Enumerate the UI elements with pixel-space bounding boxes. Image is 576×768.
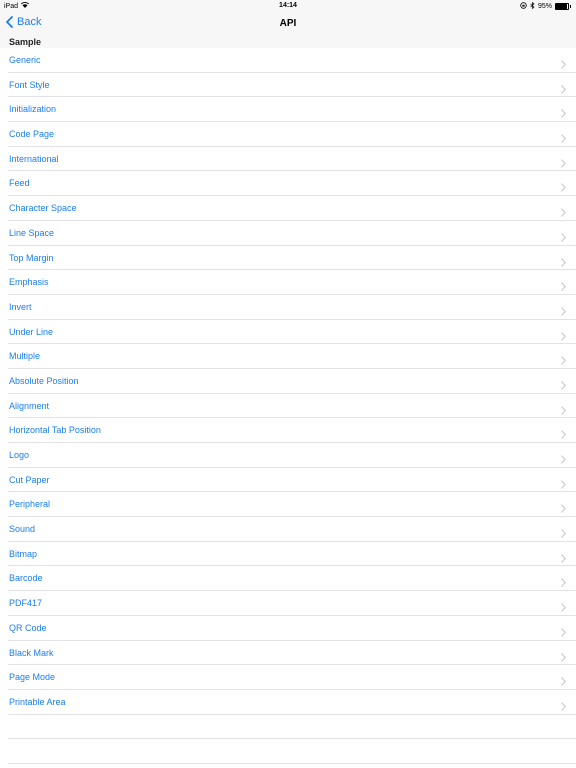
list-item[interactable]: Bitmap <box>8 542 576 567</box>
chevron-right-icon <box>561 278 566 296</box>
navigation-bar: Back API <box>0 12 576 38</box>
list-item[interactable]: Absolute Position <box>8 369 576 394</box>
list-item-label: Sound <box>9 524 36 535</box>
list-item-label: Generic <box>9 55 41 65</box>
battery-tip <box>570 5 571 8</box>
list-item-label: Black Mark <box>9 647 54 658</box>
chevron-right-icon <box>561 525 566 543</box>
list-item[interactable]: International <box>8 147 576 172</box>
battery-level <box>556 4 568 9</box>
list-item[interactable]: Generic <box>8 48 576 73</box>
chevron-right-icon <box>561 698 566 716</box>
list-item-label: Under Line <box>9 326 54 337</box>
chevron-right-icon <box>561 500 566 518</box>
chevron-right-icon <box>561 155 566 173</box>
battery-icon <box>555 3 569 10</box>
chevron-right-icon <box>561 599 566 617</box>
chevron-right-icon <box>561 204 566 222</box>
empty-row <box>8 715 576 740</box>
chevron-right-icon <box>561 426 566 444</box>
list-item-label: International <box>9 153 59 164</box>
chevron-right-icon <box>561 254 566 272</box>
list-item-label: Emphasis <box>9 277 49 288</box>
list-item[interactable]: Peripheral <box>8 492 576 518</box>
chevron-right-icon <box>561 550 566 568</box>
chevron-right-icon <box>561 179 566 197</box>
list-item[interactable]: Sound <box>8 517 576 542</box>
list-item-label: Multiple <box>9 351 41 362</box>
chevron-right-icon <box>561 574 566 592</box>
list-item-label: Character Space <box>9 203 77 214</box>
list-item-label: Horizontal Tab Position <box>9 425 101 436</box>
chevron-right-icon <box>561 56 566 74</box>
list-item-label: Alignment <box>9 400 50 411</box>
rotation-lock-icon <box>520 2 527 11</box>
list-item-label: Peripheral <box>9 499 51 510</box>
list-item-label: Absolute Position <box>9 375 79 386</box>
list-item[interactable]: Character Space <box>8 196 576 221</box>
list-item-label: PDF417 <box>9 598 43 609</box>
chevron-right-icon <box>561 402 566 420</box>
list-item-label: Line Space <box>9 227 55 238</box>
chevron-right-icon <box>561 649 566 667</box>
list-item[interactable]: Emphasis <box>8 270 576 295</box>
list-item-label: Printable Area <box>9 696 66 707</box>
list-item-label: Top Margin <box>9 252 54 263</box>
chevron-right-icon <box>561 130 566 148</box>
chevron-right-icon <box>561 624 566 642</box>
list-item[interactable]: Horizontal Tab Position <box>8 418 576 443</box>
status-time: 14:14 <box>279 2 297 9</box>
list-item-label: Feed <box>9 178 30 189</box>
list-item[interactable]: Barcode <box>8 566 576 592</box>
list-item[interactable]: Line Space <box>8 221 576 246</box>
list-item-label: Cut Paper <box>9 474 50 485</box>
chevron-right-icon <box>561 673 566 691</box>
chevron-right-icon <box>561 328 566 346</box>
list-item[interactable]: Multiple <box>8 344 576 369</box>
list-item-label: Invert <box>9 301 32 312</box>
list-item-label: Code Page <box>9 129 55 140</box>
list-item[interactable]: PDF417 <box>8 591 576 616</box>
api-list: Generic Font Style Initialization Code Page… <box>0 48 576 764</box>
chevron-right-icon <box>561 476 566 494</box>
list-item[interactable]: Top Margin <box>8 246 576 271</box>
list-item[interactable]: Printable Area <box>8 690 576 715</box>
status-bar: iPad 14:14 95% <box>0 0 576 12</box>
list-item[interactable]: Initialization <box>8 97 576 123</box>
status-right: 95% <box>520 1 571 11</box>
chevron-right-icon <box>561 229 566 247</box>
chevron-right-icon <box>561 451 566 469</box>
list-item[interactable]: Invert <box>8 295 576 320</box>
list-item[interactable]: Alignment <box>8 394 576 419</box>
list-item[interactable]: Feed <box>8 171 576 197</box>
list-item-label: Barcode <box>9 573 43 584</box>
list-item-label: QR Code <box>9 622 47 633</box>
list-item[interactable]: Cut Paper <box>8 468 576 493</box>
list-item[interactable]: Logo <box>8 443 576 468</box>
bluetooth-icon <box>530 1 535 11</box>
list-item-label: Font Style <box>9 79 50 90</box>
chevron-right-icon <box>561 303 566 321</box>
section-header: Sample <box>0 37 576 48</box>
screen: iPad 14:14 95% Back API Sample Generic F… <box>0 0 576 768</box>
list-item[interactable]: Font Style <box>8 73 576 98</box>
list-item[interactable]: Under Line <box>8 320 576 345</box>
chevron-right-icon <box>561 377 566 395</box>
list-item[interactable]: Page Mode <box>8 665 576 690</box>
list-item-label: Logo <box>9 450 30 460</box>
section-header-label: Sample <box>9 37 42 47</box>
page-title: API <box>279 18 297 29</box>
list-item-label: Initialization <box>9 104 57 115</box>
empty-row <box>8 739 576 764</box>
list-item[interactable]: Code Page <box>8 122 576 147</box>
chevron-right-icon <box>561 352 566 370</box>
list-item-label: Bitmap <box>9 548 38 559</box>
chevron-right-icon <box>561 105 566 123</box>
list-item[interactable]: Black Mark <box>8 641 576 666</box>
battery-percent: 95% <box>537 3 552 10</box>
list-item-label: Page Mode <box>9 672 56 683</box>
list-item[interactable]: QR Code <box>8 616 576 641</box>
chevron-right-icon <box>561 81 566 99</box>
